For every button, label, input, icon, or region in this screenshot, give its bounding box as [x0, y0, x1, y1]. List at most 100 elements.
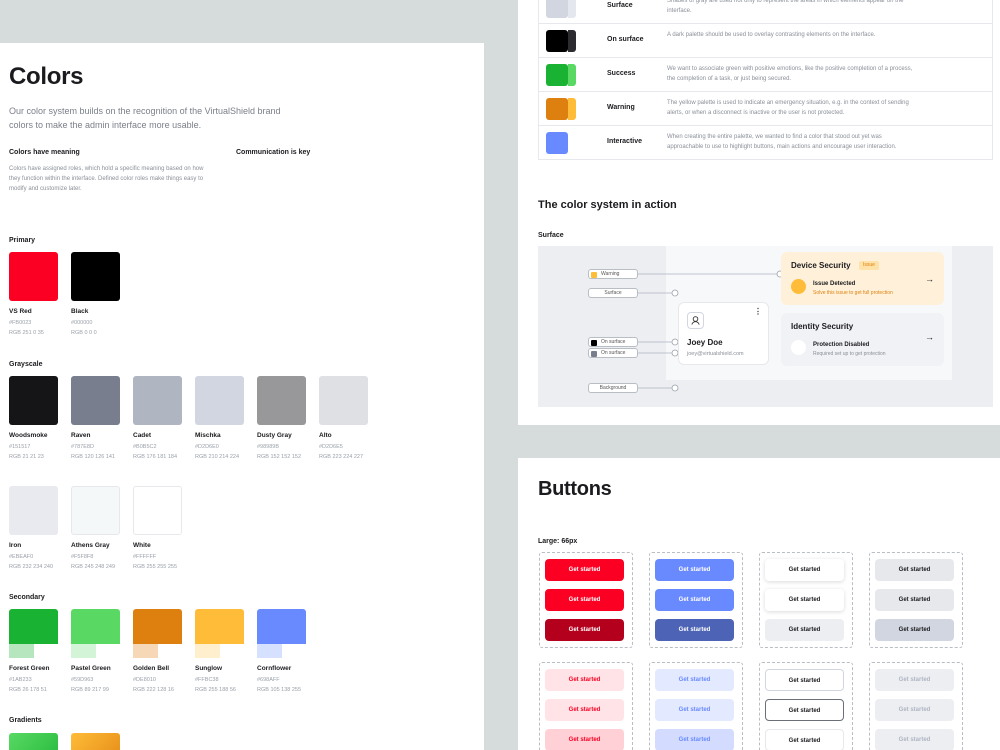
color-swatch	[9, 486, 58, 535]
device-security-card[interactable]: Device Security Issue Issue Detected Sol…	[781, 252, 944, 305]
pill-warning: Warning	[588, 269, 638, 279]
get-started-button[interactable]: Get started	[875, 589, 954, 611]
swatch-name: Forest Green	[9, 665, 50, 672]
swatch-hex: #698AFF	[257, 677, 280, 683]
get-started-button[interactable]: Get started	[875, 619, 954, 641]
get-started-button[interactable]: Get started	[655, 589, 734, 611]
get-started-button[interactable]: Get started	[765, 619, 844, 641]
surface-label: Surface	[538, 232, 564, 239]
warning-square-icon	[591, 271, 597, 278]
role-name: Success	[607, 70, 636, 77]
get-started-button[interactable]: Get started	[875, 729, 954, 750]
role-color-swatch	[546, 64, 568, 86]
get-started-button[interactable]: Get started	[545, 619, 624, 641]
swatch-name: Alto	[319, 432, 332, 439]
device-security-title: Device Security	[791, 261, 851, 270]
demo-area: Warning Surface On surface On surface Ba…	[538, 246, 993, 407]
color-swatch	[9, 252, 58, 301]
arrow-right-icon[interactable]: →	[925, 332, 934, 342]
table-row: Surface Shades of gray are used not only …	[538, 0, 993, 24]
tint-bar	[71, 644, 96, 658]
buttons-panel: Buttons Large: 66px Get started Get start…	[518, 458, 1000, 750]
swatch-name: Golden Bell	[133, 665, 170, 672]
swatch-rgb: RGB 26 178 51	[9, 687, 47, 693]
get-started-button[interactable]: Get started	[765, 729, 844, 750]
role-description: When creating the entire palette, we wan…	[667, 134, 897, 150]
user-name: Joey Doe	[687, 338, 723, 347]
swatch-rgb: RGB 255 255 255	[133, 564, 178, 570]
role-description: The yellow palette is used to indicate a…	[667, 100, 909, 116]
arrow-right-icon[interactable]: →	[925, 274, 934, 284]
swatch-rgb: RGB 89 217 99	[71, 687, 109, 693]
get-started-button[interactable]: Get started	[875, 559, 954, 581]
swatch-hex: #787E8D	[71, 444, 94, 450]
gradient-orange-swatch	[71, 733, 120, 750]
get-started-button[interactable]: Get started	[765, 559, 844, 581]
swatch-hex: #FFFFFF	[133, 554, 157, 560]
role-color-shade	[568, 98, 576, 120]
swatch-hex: #B0B5C2	[133, 444, 157, 450]
meaning-title: Colors have meaning	[9, 149, 80, 156]
get-started-button[interactable]: Get started	[545, 729, 624, 750]
get-started-button[interactable]: Get started	[655, 619, 734, 641]
swatch-name: Mischka	[195, 432, 221, 439]
swatch-name: Cadet	[133, 432, 152, 439]
get-started-button[interactable]: Get started	[875, 669, 954, 691]
get-started-button[interactable]: Get started	[765, 669, 844, 691]
role-color-shade	[568, 64, 576, 86]
swatch-name: Dusty Gray	[257, 432, 292, 439]
role-color-shade	[568, 0, 576, 18]
colors-panel: Colors Our color system builds on the re…	[0, 43, 484, 750]
get-started-button[interactable]: Get started	[545, 669, 624, 691]
identity-subtitle: Required set up to get protection	[813, 351, 886, 357]
color-swatch	[71, 486, 120, 535]
swatch-rgb: RGB 255 188 56	[195, 687, 236, 693]
tint-bar-light	[33, 644, 58, 658]
get-started-button[interactable]: Get started	[655, 729, 734, 750]
get-started-button[interactable]: Get started	[655, 559, 734, 581]
get-started-button[interactable]: Get started	[545, 589, 624, 611]
swatch-name: Iron	[9, 542, 22, 549]
swatch-hex: #F5F8F8	[71, 554, 94, 560]
status-dot-icon	[791, 340, 806, 355]
swatch-rgb: RGB 120 126 141	[71, 454, 116, 460]
swatch-rgb: RGB 0 0 0	[71, 330, 97, 336]
section-primary: Primary	[9, 237, 36, 244]
get-started-button[interactable]: Get started	[545, 699, 624, 721]
swatch-rgb: RGB 152 152 152	[257, 454, 302, 460]
more-icon[interactable]: ⋮	[754, 308, 762, 316]
swatch-name: Cornflower	[257, 665, 292, 672]
tint-bar-light	[95, 644, 120, 658]
tint-bar	[133, 644, 158, 658]
swatch-rgb: RGB 21 21 23	[9, 454, 44, 460]
get-started-button[interactable]: Get started	[875, 699, 954, 721]
gray-square-icon	[591, 350, 597, 357]
swatch-rgb: RGB 105 138 255	[257, 687, 302, 693]
get-started-button[interactable]: Get started	[765, 589, 844, 611]
user-card[interactable]: ⋮ Joey Doe joey@virtualshield.com	[678, 302, 769, 365]
swatch-name: Black	[71, 308, 89, 315]
action-title: The color system in action	[538, 199, 677, 211]
role-description: A dark palette should be used to overlay…	[667, 32, 876, 38]
color-swatch	[9, 609, 58, 658]
get-started-button[interactable]: Get started	[655, 699, 734, 721]
get-started-button[interactable]: Get started	[545, 559, 624, 581]
identity-security-card[interactable]: Identity Security Protection Disabled Re…	[781, 313, 944, 366]
pill-on-surface-1: On surface	[588, 337, 638, 347]
role-color-shade	[568, 30, 576, 52]
get-started-button[interactable]: Get started	[765, 699, 844, 721]
swatch-name: Pastel Green	[71, 665, 111, 672]
identity-status: Protection Disabled	[813, 342, 870, 348]
swatch-name: Raven	[71, 432, 91, 439]
swatch-rgb: RGB 251 0 35	[9, 330, 44, 336]
warning-dot-icon	[791, 279, 806, 294]
color-swatch	[133, 486, 182, 535]
swatch-hex: #FB0023	[9, 320, 32, 326]
tint-bar-light	[281, 644, 306, 658]
section-secondary: Secondary	[9, 594, 45, 601]
swatch-rgb: RGB 232 234 240	[9, 564, 54, 570]
role-description: We want to associate green with positive…	[667, 66, 913, 82]
swatch-rgb: RGB 245 248 249	[71, 564, 116, 570]
get-started-button[interactable]: Get started	[655, 669, 734, 691]
swatch-hex: #DE8010	[133, 677, 156, 683]
